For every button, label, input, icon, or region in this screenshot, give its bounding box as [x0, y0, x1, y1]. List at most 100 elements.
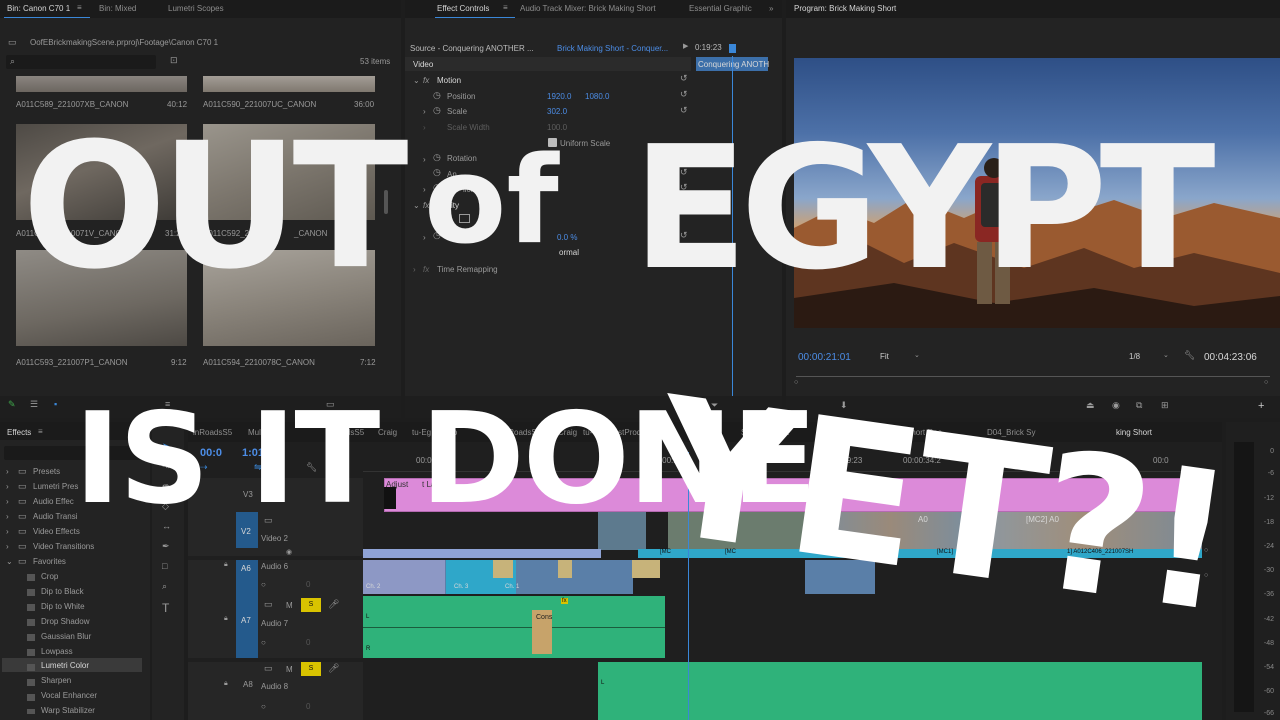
favorite-item-selected[interactable]: Lumetri Color [41, 661, 89, 670]
resolution-dropdown[interactable]: 1/8 [1129, 352, 1140, 361]
tab-sequence[interactable]: inRoadsS5 [502, 428, 541, 437]
lift-icon[interactable]: ⏏ [1086, 401, 1095, 410]
favorite-item[interactable]: Lowpass [41, 647, 73, 656]
program-scrub-bar[interactable] [796, 376, 1270, 377]
track-label-a7[interactable]: A7 [241, 616, 251, 625]
adjustment-layer-clip[interactable] [384, 478, 1202, 512]
video-clip[interactable] [363, 549, 601, 558]
reset-icon[interactable]: ↺ [680, 246, 688, 255]
scrub-start-handle[interactable]: ○ [794, 379, 798, 386]
toggle-output-icon[interactable]: ▭ [264, 600, 273, 609]
tab-sequence[interactable]: S5Ep10_Mult [741, 428, 789, 437]
tab-sequence[interactable]: Craig [378, 428, 397, 437]
stopwatch-icon[interactable]: ◷ [433, 91, 441, 100]
favorite-item[interactable]: Dip to Black [41, 587, 84, 596]
menu-icon[interactable]: ≡ [38, 428, 43, 436]
mask-rect-tool[interactable] [459, 214, 470, 223]
favorite-item[interactable]: Warp Stabilizer [41, 706, 95, 715]
video-clip[interactable] [668, 512, 818, 550]
list-view-icon[interactable]: ☰ [30, 400, 38, 409]
tab-active-sequence[interactable]: king Short [1116, 428, 1152, 437]
mic-icon[interactable]: 🎤︎ [328, 664, 339, 673]
tab-audio-track-mixer[interactable]: Audio Track Mixer: Brick Making Short [520, 4, 656, 13]
lock-icon[interactable]: 🔒︎ [224, 615, 228, 622]
stopwatch-icon[interactable]: ◷ [433, 153, 441, 162]
blend-mode-select[interactable]: ormal [559, 248, 579, 257]
tab-essential-graphics[interactable]: Essential Graphic [689, 4, 752, 13]
favorite-item[interactable]: Gaussian Blur [41, 632, 91, 641]
scrub-end-handle[interactable]: ○ [1264, 379, 1268, 386]
tab-sequence[interactable]: ip [451, 428, 457, 437]
ripple-edit-icon[interactable]: ⇼ [162, 482, 170, 491]
reset-icon[interactable]: ↺ [680, 183, 688, 192]
mic-icon[interactable]: 🎤︎ [328, 600, 339, 609]
clip-thumbnail[interactable] [203, 76, 375, 92]
clip-thumbnail[interactable] [16, 250, 187, 346]
timeline-timecode-tail[interactable]: 1:01 [242, 447, 264, 459]
toggle-output-icon[interactable]: ▭ [264, 482, 273, 491]
mute-button[interactable]: M [286, 601, 293, 610]
lock-icon[interactable]: 🔒︎ [224, 680, 228, 687]
menu-icon[interactable]: ≡ [77, 4, 82, 12]
lock-icon[interactable]: 🔒︎ [224, 561, 228, 568]
program-timecode-in[interactable]: 00:00:21:01 [798, 352, 851, 363]
razor-tool-icon[interactable]: ◇ [162, 502, 169, 511]
volume-knob[interactable]: ○ [261, 580, 266, 589]
menu-icon[interactable]: ≡ [165, 400, 170, 409]
video-clip[interactable] [966, 512, 1202, 550]
video-clip[interactable] [598, 512, 646, 550]
multicam-icon[interactable]: ⊞ [1161, 401, 1169, 410]
opacity-value[interactable]: 0.0 % [557, 233, 577, 242]
tab-sequence[interactable]: Brick Making Short Ree [858, 428, 942, 437]
stopwatch-icon[interactable]: ◷ [433, 183, 441, 192]
scroll-handle[interactable]: ○ [1204, 481, 1208, 488]
tab-lumetri-scopes[interactable]: Lumetri Scopes [168, 4, 224, 13]
stopwatch-icon[interactable]: ◷ [433, 231, 441, 240]
reset-icon[interactable]: ↺ [680, 231, 688, 240]
slip-tool-icon[interactable]: ↔ [162, 522, 171, 531]
effects-folder-video-transitions[interactable]: Video Transitions [33, 542, 94, 551]
uniform-scale-checkbox[interactable] [548, 138, 557, 147]
timeline-timecode[interactable]: 00:0 [200, 447, 222, 459]
effects-folder-presets[interactable]: Presets [33, 467, 60, 476]
audio-transition[interactable] [493, 560, 513, 578]
fit-dropdown[interactable]: Fit [880, 352, 889, 361]
effects-folder-video-effects[interactable]: Video Effects [33, 527, 80, 536]
position-x-value[interactable]: 1920.0 [547, 92, 571, 101]
clip-thumbnail[interactable] [16, 124, 187, 220]
ec-playhead-marker[interactable] [729, 44, 736, 53]
effects-folder-favorites[interactable]: Favorites [33, 557, 66, 566]
linked-selection-icon[interactable]: ⇋ [254, 463, 262, 472]
source-selector[interactable]: Source - Conquering ANOTHER ... [410, 44, 534, 53]
tab-sequence[interactable]: inRoadsS5 [325, 428, 364, 437]
bin-search-input[interactable] [6, 55, 156, 69]
playhead[interactable] [688, 452, 689, 720]
reset-icon[interactable]: ↺ [680, 153, 688, 162]
position-y-value[interactable]: 1080.0 [585, 92, 609, 101]
tab-sequence[interactable]: tu-Eg [412, 428, 431, 437]
new-item-icon[interactable]: ▭ [326, 400, 335, 409]
pen-icon[interactable]: ✒ [162, 542, 170, 551]
tabs-overflow-icon[interactable]: » [769, 4, 773, 13]
volume-knob[interactable]: ○ [261, 638, 266, 647]
tab-bin-mixed[interactable]: Bin: Mixed [99, 4, 136, 13]
rectangle-tool-icon[interactable]: □ [162, 562, 167, 571]
audio-clip[interactable] [805, 560, 875, 594]
favorite-item[interactable]: Vocal Enhancer [41, 691, 97, 700]
icon-view-icon[interactable]: ▪ [54, 400, 57, 409]
tab-effect-controls[interactable]: Effect Controls [437, 4, 489, 13]
audio-transition[interactable] [558, 560, 572, 578]
favorite-item[interactable]: Dip to White [41, 602, 85, 611]
sequence-selector[interactable]: Brick Making Short - Conquer... [557, 44, 668, 53]
tab-sequence[interactable]: tu-OoEPostProduction [583, 428, 663, 437]
wrench-icon[interactable]: 🔧︎ [306, 463, 317, 472]
favorite-item[interactable]: Sharpen [41, 676, 71, 685]
funnel-icon[interactable]: ⏷ [711, 401, 718, 410]
tab-sequence[interactable]: Multica [248, 428, 273, 437]
scroll-handle[interactable]: ○ [1204, 572, 1208, 579]
new-bin-icon[interactable]: ⊡ [170, 56, 178, 65]
scroll-handle[interactable]: ○ [1204, 547, 1208, 554]
reset-icon[interactable]: ↺ [680, 74, 688, 83]
reset-icon[interactable]: ↺ [680, 90, 688, 99]
track-select-icon[interactable]: ⇥ [162, 462, 170, 471]
